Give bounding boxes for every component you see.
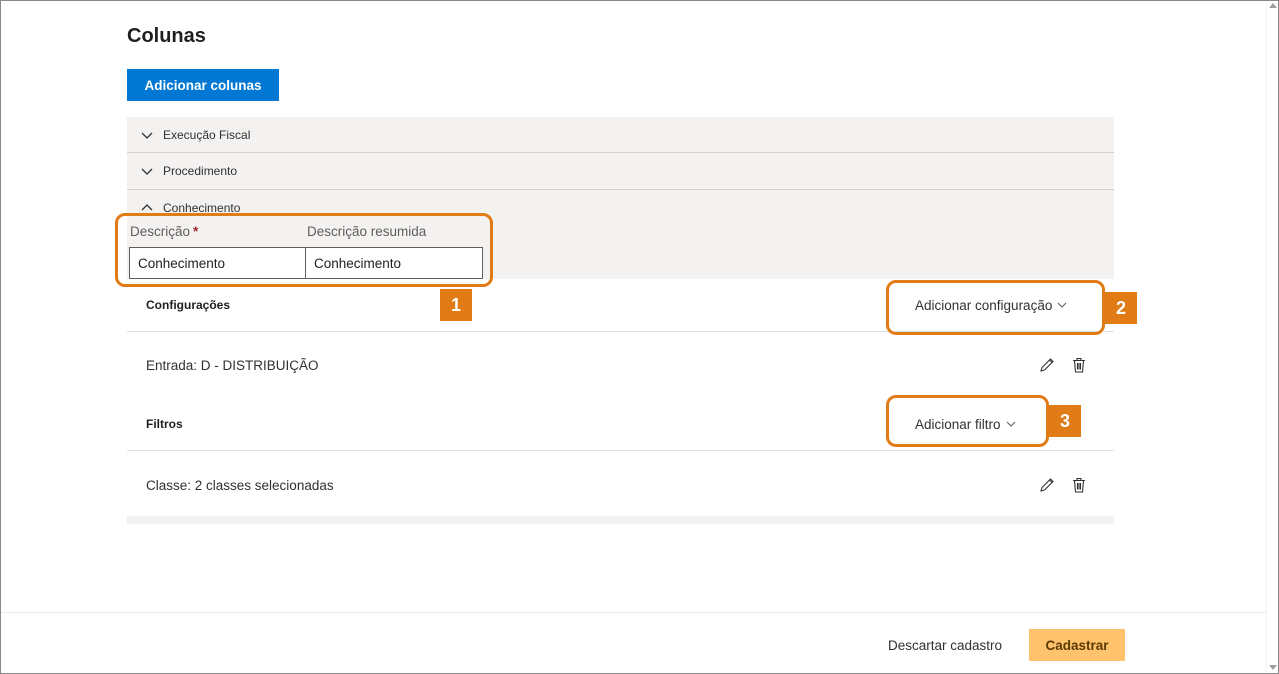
callout-badge-3: 3: [1049, 405, 1081, 437]
configurations-title: Configurações: [146, 298, 231, 312]
accordion-item-procedimento[interactable]: Procedimento: [127, 153, 1114, 189]
filter-text: Classe: 2 classes selecionadas: [146, 477, 334, 493]
add-columns-button[interactable]: Adicionar colunas: [127, 69, 279, 101]
accordion-item-label: Execução Fiscal: [163, 128, 251, 142]
divider: [127, 450, 1114, 451]
submit-button[interactable]: Cadastrar: [1029, 629, 1125, 661]
chevron-down-icon: [141, 129, 153, 141]
scroll-down-icon[interactable]: [1269, 665, 1277, 670]
edit-icon[interactable]: [1038, 356, 1056, 374]
callout-box-fields: [115, 213, 493, 287]
scroll-up-icon[interactable]: [1269, 3, 1277, 8]
callout-box-add-filter: [886, 395, 1049, 447]
accordion-item-execucao-fiscal[interactable]: Execução Fiscal: [127, 117, 1114, 153]
page-title: Colunas: [127, 25, 206, 47]
edit-icon[interactable]: [1038, 476, 1056, 494]
callout-badge-2: 2: [1105, 292, 1137, 324]
configuration-text: Entrada: D - DISTRIBUIÇÃO: [146, 357, 319, 373]
accordion-item-label: Procedimento: [163, 164, 238, 178]
discard-button[interactable]: Descartar cadastro: [878, 630, 1012, 660]
scrollbar[interactable]: [1266, 1, 1278, 673]
filter-row: Classe: 2 classes selecionadas: [127, 473, 1114, 497]
delete-icon[interactable]: [1070, 476, 1088, 494]
callout-badge-1: 1: [440, 289, 472, 321]
configuration-row: Entrada: D - DISTRIBUIÇÃO: [127, 353, 1114, 377]
footer-divider: [1, 612, 1266, 613]
callout-box-add-configuration: [886, 280, 1105, 335]
delete-icon[interactable]: [1070, 356, 1088, 374]
filters-title: Filtros: [146, 417, 183, 431]
chevron-down-icon: [141, 165, 153, 177]
